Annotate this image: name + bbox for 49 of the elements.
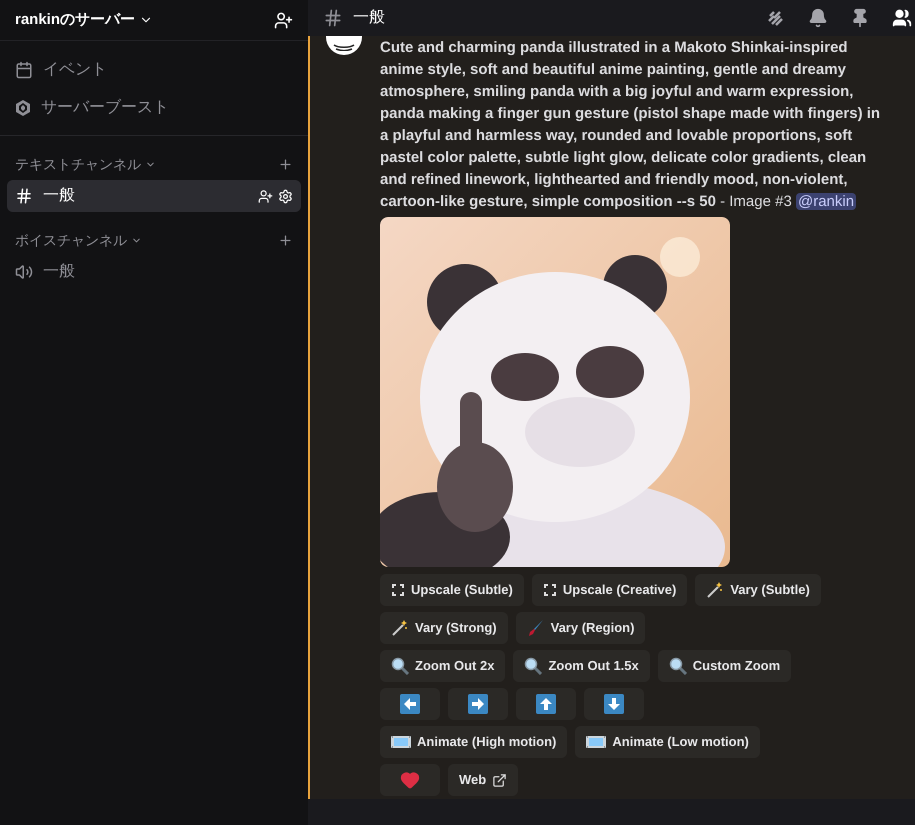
magnifier-icon [668,657,687,675]
action-button[interactable]: Animate (Low motion) [575,726,760,758]
magnifier-icon [524,657,542,675]
speaker-icon [15,263,33,281]
sidebar-item[interactable]: イベント [15,58,293,82]
external-link-icon [492,772,508,788]
magic-wand-icon [391,619,409,637]
action-button[interactable]: Vary (Strong) [380,612,508,644]
invite-icon[interactable] [258,188,273,204]
server-name[interactable]: rankinのサーバー [15,8,154,32]
action-button[interactable]: Zoom Out 1.5x [513,650,650,682]
hash-icon [15,187,33,205]
hash-icon [323,8,343,28]
action-button[interactable]: Upscale (Creative) [532,574,688,606]
action-button[interactable]: Vary (Subtle) [695,574,821,606]
action-button[interactable] [448,688,508,720]
add-member-icon[interactable] [274,10,293,30]
channel-item[interactable]: 一般 [7,180,301,212]
magnifier-icon [391,657,409,675]
sidebar-item[interactable]: サーバーブースト [15,96,293,120]
category-header[interactable]: ボイスチャンネル [15,230,142,251]
film-icon [586,735,606,749]
message-text: Cute and charming panda illustrated in a Makoto Shinkai-inspired anime style, soft and beautiful anime painting, gentle and dreamy atmosphere, smiling panda with a big joyful and warm expression, panda making a finger gun gesture (pistol shape made with fingers) in a playful and harmless way, rounded and lovable proportions, soft pastel color palette, subtle light glow, delicate color gradients, clean and refined linework, lighthearted and friendly mood, non-violent, cartoon-like gesture, simple composition --s 50 - Image #3 @rankin [380,38,882,212]
action-button[interactable] [516,688,576,720]
film-icon [391,735,411,749]
action-button[interactable] [380,688,440,720]
members-icon[interactable] [892,8,912,28]
magic-wand-icon [706,581,724,599]
calendar-icon [15,61,33,79]
expand-icon [391,583,405,597]
add-channel-icon[interactable] [278,157,293,172]
action-button[interactable]: Animate (High motion) [380,726,568,758]
category-header[interactable]: テキストチャンネル [15,154,156,175]
channel-title: 一般 [353,8,385,28]
heart-icon [400,770,420,790]
channel-item[interactable]: 一般 [7,256,301,288]
threads-icon[interactable] [766,8,786,28]
add-channel-icon[interactable] [278,233,293,248]
user-mention[interactable]: @rankin [796,193,856,210]
expand-icon [542,583,557,597]
settings-icon[interactable] [278,188,293,204]
action-button[interactable]: Zoom Out 2x [380,650,506,682]
action-button[interactable]: Upscale (Subtle) [380,574,524,606]
action-button[interactable]: Custom Zoom [658,650,792,682]
action-button[interactable]: Web [448,764,518,796]
action-button[interactable] [584,688,644,720]
action-button[interactable]: Vary (Region) [516,612,646,644]
gem-icon [15,99,31,117]
bell-icon[interactable] [808,8,828,28]
